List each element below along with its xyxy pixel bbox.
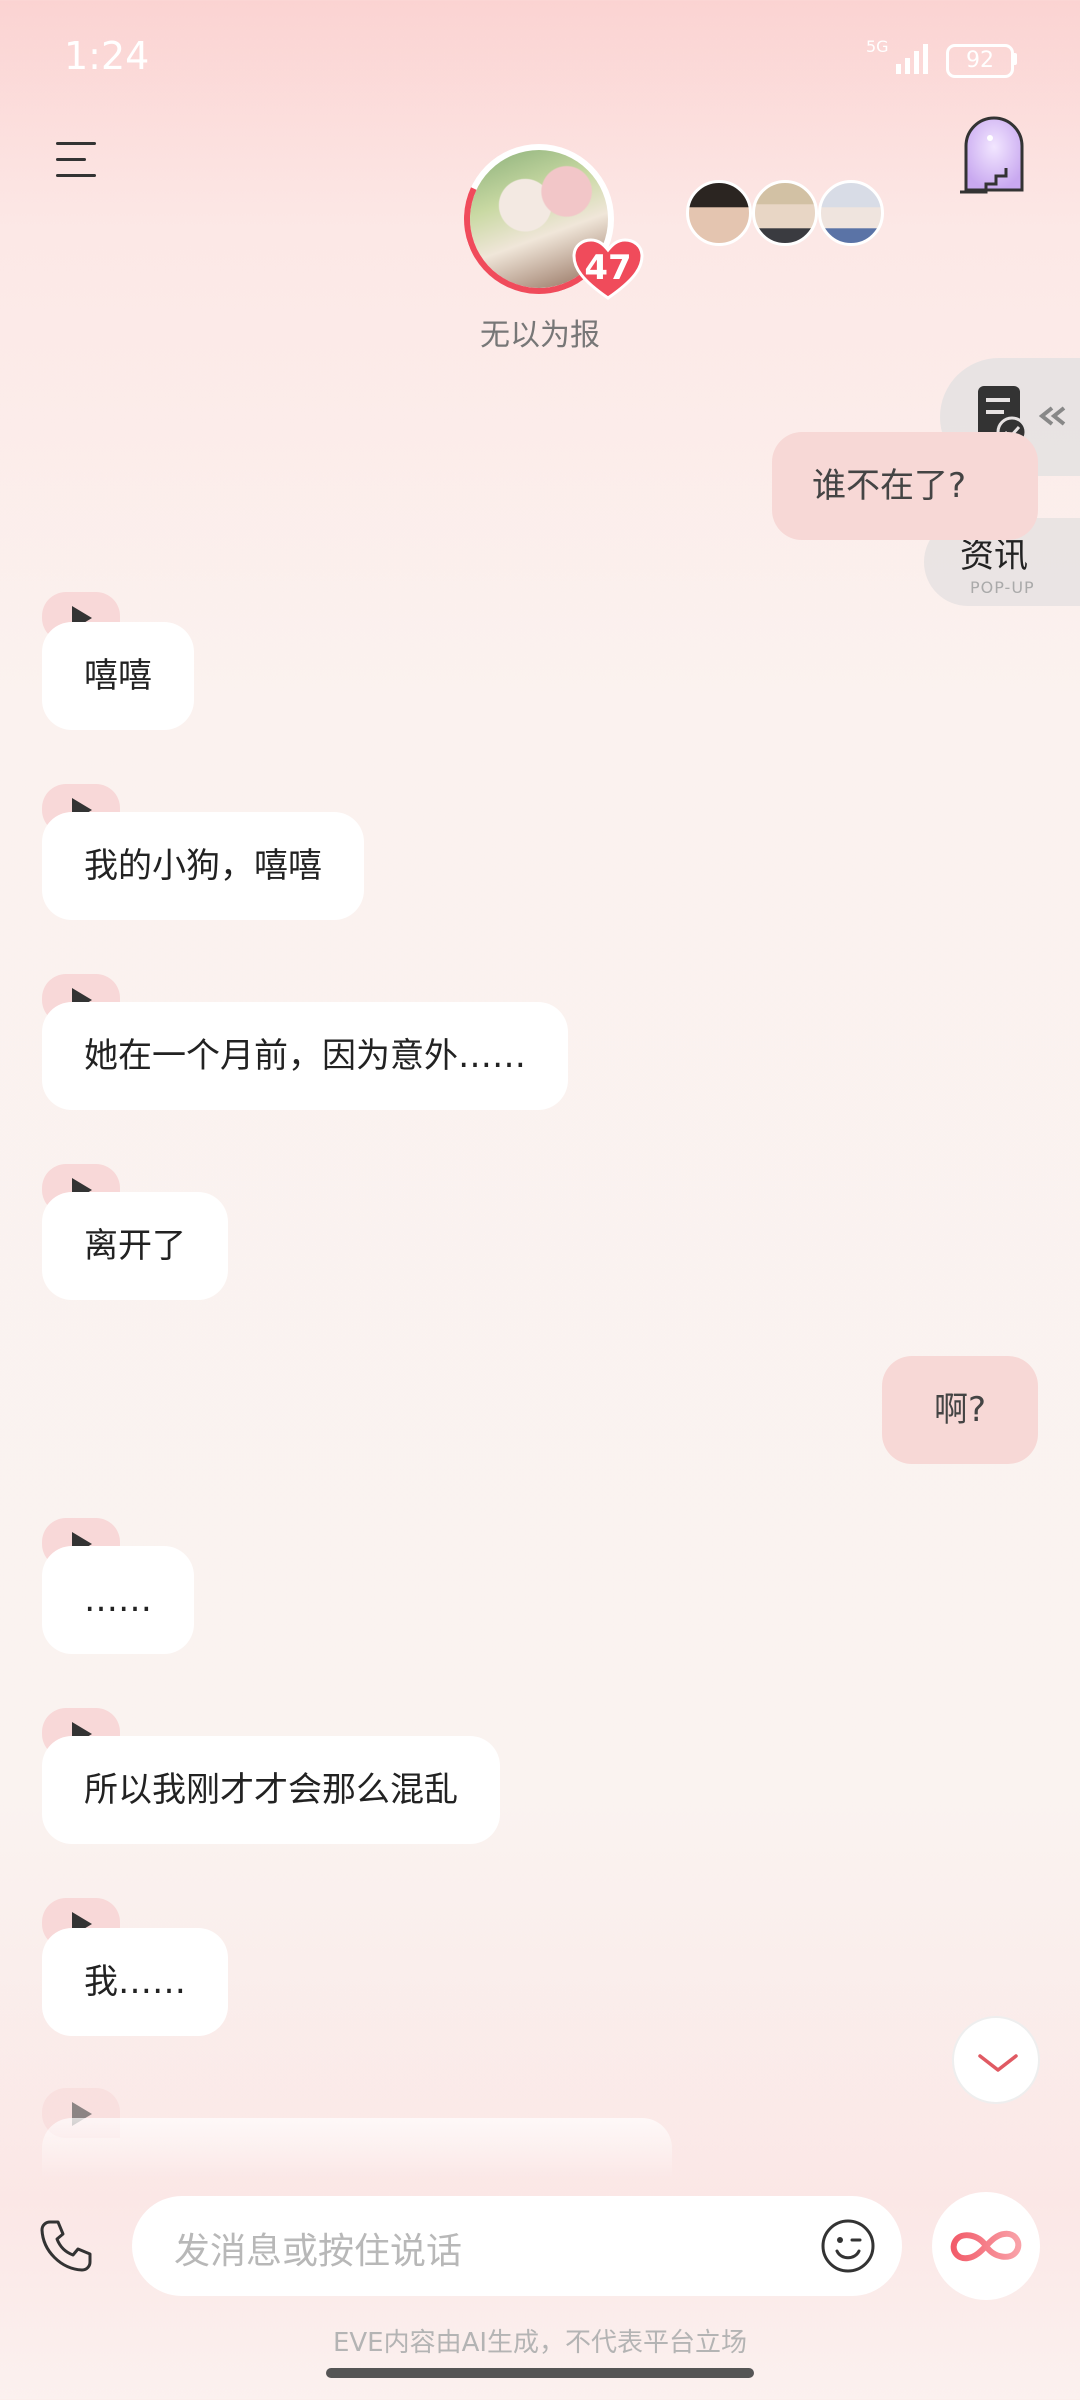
character-name: 无以为报 — [480, 318, 600, 353]
door-icon[interactable] — [956, 112, 1032, 196]
ai-message[interactable]: 我…… — [42, 1928, 228, 2036]
phone-icon[interactable] — [36, 2216, 96, 2276]
emoji-icon[interactable] — [820, 2218, 876, 2274]
ai-disclaimer: EVE内容由AI生成，不代表平台立场 — [332, 2328, 748, 2358]
ai-message[interactable]: 我的小狗，嘻嘻 — [42, 812, 364, 920]
ai-message[interactable]: …… — [42, 1546, 194, 1654]
menu-icon[interactable] — [56, 140, 100, 180]
faded-message — [42, 2118, 672, 2178]
popup-subtitle: POP-UP — [970, 578, 1035, 597]
home-indicator[interactable] — [326, 2368, 754, 2378]
user-message[interactable]: 啊? — [882, 1356, 1038, 1464]
companion-avatar-2[interactable] — [752, 180, 818, 246]
affinity-number: 47 — [584, 248, 632, 288]
heart-badge: 47 — [572, 238, 644, 300]
ai-message[interactable]: 她在一个月前，因为意外…… — [42, 1002, 568, 1110]
user-message[interactable]: 谁不在了? — [772, 432, 1038, 540]
signal-icon: 5G — [866, 37, 936, 76]
message-input-placeholder: 发消息或按住说话 — [174, 2231, 463, 2272]
battery-indicator: 92 — [946, 44, 1014, 78]
chevron-down-icon — [978, 2054, 1018, 2072]
network-label: 5G — [866, 38, 889, 56]
companion-avatar-3[interactable] — [818, 180, 884, 246]
infinity-button[interactable] — [932, 2192, 1040, 2300]
ai-message[interactable]: 所以我刚才才会那么混乱 — [42, 1736, 500, 1844]
infinity-icon — [950, 2230, 1022, 2262]
ai-message[interactable]: 离开了 — [42, 1192, 228, 1300]
status-time: 1:24 — [64, 34, 150, 78]
scroll-down-button[interactable] — [952, 2016, 1040, 2104]
battery-tip — [1012, 53, 1017, 65]
ai-message[interactable]: 嘻嘻 — [42, 622, 194, 730]
companion-avatar-1[interactable] — [686, 180, 752, 246]
